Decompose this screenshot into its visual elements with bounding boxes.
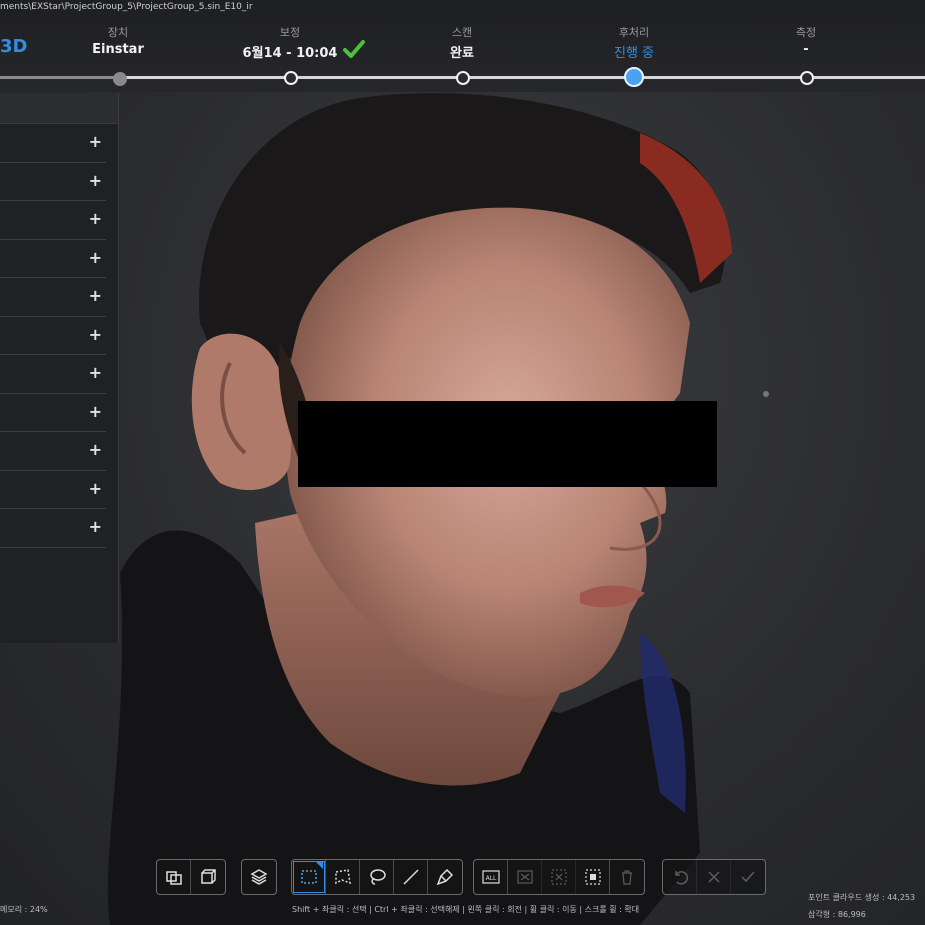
polygon-select-icon [334,869,351,885]
expand-plus-icon[interactable]: + [89,248,102,267]
undo-button[interactable] [663,860,697,894]
expand-plus-icon[interactable]: + [89,363,102,382]
expand-plus-icon[interactable]: + [89,286,102,305]
expand-plus-icon[interactable]: + [89,132,102,151]
line-select-button[interactable] [394,860,428,894]
step-label: 장치 [107,26,129,39]
view-object-button[interactable] [157,860,191,894]
deselect-button[interactable] [508,860,542,894]
scan-mesh [107,93,732,925]
invert-select-icon [550,869,567,885]
view-box-button[interactable] [191,860,225,894]
panel-row: + [0,317,106,355]
point-count: 포인트 클라우드 생성 : 44,253 [808,893,916,902]
rect-select-button[interactable] [292,860,326,894]
panel-row: + [0,509,106,548]
brush-select-icon [436,868,454,886]
step-label: 후처리 [618,26,650,39]
mouse-hint: Shift + 좌클릭 : 선택 | Ctrl + 좌클릭 : 선택해제 | 왼… [292,905,640,914]
delete-button[interactable] [610,860,644,894]
step-node-measure[interactable] [800,71,814,85]
step-node-postprocess[interactable] [624,67,644,87]
mesh-stats: 포인트 클라우드 생성 : 44,253 삼각형 : 86,996 [808,889,915,923]
select-connected-icon [584,869,601,885]
step-node-calibration[interactable] [284,71,298,85]
layers-icon [250,869,268,885]
select-all-icon: ALL [481,870,500,884]
polygon-select-button[interactable] [326,860,360,894]
step-node-scan[interactable] [456,71,470,85]
deselect-icon [516,870,533,884]
step-value: Einstar [92,42,144,57]
undo-icon [674,871,688,885]
panel-header [0,93,118,124]
expand-plus-icon[interactable]: + [89,402,102,421]
step-label: 스캔 [451,26,473,39]
rect-select-icon [300,870,317,884]
stray-point [763,391,769,397]
svg-text:ALL: ALL [485,875,496,882]
expand-plus-icon[interactable]: + [89,517,102,536]
step-value: - [803,42,809,57]
workflow-header: ments\EXStar\ProjectGroup_5\ProjectGroup… [0,0,925,92]
3d-viewport[interactable] [0,93,925,925]
redaction-bar [298,401,717,487]
expand-plus-icon[interactable]: + [89,209,102,228]
panel-row: + [0,163,106,201]
expand-plus-icon[interactable]: + [89,171,102,190]
confirm-icon [741,871,755,883]
cancel-icon [707,871,720,883]
lasso-select-icon [369,869,386,885]
expand-plus-icon[interactable]: + [89,325,102,344]
panel-row: + [0,124,106,163]
panel-row: + [0,394,106,432]
toolbar-group-select [291,859,463,895]
delete-icon [622,870,632,885]
panel-row: + [0,432,106,471]
brush-select-button[interactable] [428,860,462,894]
memory-usage: 메모리 : 24% [0,905,48,914]
toolbar-group-view [156,859,226,895]
lasso-select-button[interactable] [360,860,394,894]
check-icon [343,40,365,58]
step-value: 진행 중 [613,46,654,61]
panel-row: + [0,240,106,278]
select-connected-button[interactable] [576,860,610,894]
toolbar-group-edit: ALL [473,859,645,895]
step-value: 완료 [450,46,474,61]
line-select-icon [402,869,419,885]
app-window: ments\EXStar\ProjectGroup_5\ProjectGroup… [0,0,925,925]
expand-plus-icon[interactable]: + [89,479,102,498]
view-box-icon [201,869,216,884]
file-path: ments\EXStar\ProjectGroup_5\ProjectGroup… [0,2,253,12]
cancel-button[interactable] [697,860,731,894]
step-node-device[interactable] [113,72,127,86]
view-object-icon [165,871,182,885]
expand-plus-icon[interactable]: + [89,440,102,459]
confirm-button[interactable] [731,860,765,894]
step-value: 6월14 - 10:04 [242,46,338,61]
panel-row: + [0,278,106,317]
invert-select-button[interactable] [542,860,576,894]
panel-list: + + + + + + + + + + + [0,124,118,548]
toolbar-group-layers [241,859,277,895]
panel-row: + [0,201,106,240]
panel-row: + [0,471,106,509]
layers-button[interactable] [242,860,276,894]
app-logo: 3D [0,36,28,57]
tools-panel: + + + + + + + + + + + [0,93,119,643]
progress-rail-done [0,76,118,79]
step-label: 측정 [795,26,817,39]
toolbar-group-actions [662,859,766,895]
step-label: 보정 [279,26,301,39]
triangle-count: 삼각형 : 86,996 [808,910,866,919]
select-all-button[interactable]: ALL [474,860,508,894]
panel-row: + [0,355,106,394]
